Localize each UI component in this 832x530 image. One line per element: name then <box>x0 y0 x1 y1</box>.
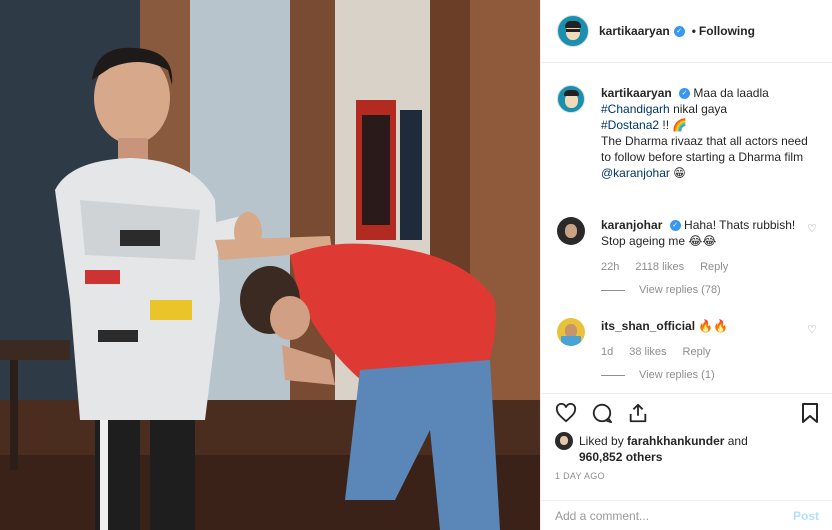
comment-likes-count[interactable]: 2118 likes <box>635 261 684 273</box>
caption-username[interactable]: kartikaaryan <box>601 86 672 100</box>
following-label: Following <box>698 24 755 38</box>
replies-divider <box>601 374 625 376</box>
comment-bubble-icon[interactable] <box>591 402 613 424</box>
comment-item: its_shan_official 🔥🔥 ♡ 1d 38 likes Reply… <box>557 318 821 381</box>
post-photo-illustration <box>0 0 540 530</box>
caption-verified-badge-icon: ✓ <box>679 88 691 100</box>
post-side-panel: kartikaaryan ✓ • Following kartikaaryan ✓… <box>540 0 832 530</box>
post-header: kartikaaryan ✓ • Following <box>541 0 832 63</box>
view-replies-label[interactable]: View replies (78) <box>639 284 721 296</box>
mention-karanjohar[interactable]: @karanjohar <box>601 166 670 180</box>
likes-others-count[interactable]: 960,852 others <box>579 450 662 464</box>
comment-like-heart-icon[interactable]: ♡ <box>807 222 817 235</box>
comment-likes-count[interactable]: 38 likes <box>629 346 666 358</box>
hashtag-chandigarh[interactable]: #Chandigarh <box>601 102 670 116</box>
add-comment-bar: Post <box>541 500 832 530</box>
post-timestamp[interactable]: 1 DAY AGO <box>555 471 819 481</box>
post-comment-button[interactable]: Post <box>793 509 819 523</box>
liked-by-prefix: Liked by <box>579 434 624 448</box>
caption-text-part-2: nikal gaya <box>673 102 728 116</box>
post-actions: Liked by farahkhankunder and 960,852 oth… <box>541 393 832 481</box>
comment-username[interactable]: its_shan_official <box>601 319 695 333</box>
liked-by-and: and <box>727 434 748 448</box>
commenter-avatar[interactable] <box>557 217 585 245</box>
author-avatar[interactable] <box>557 15 589 47</box>
liked-by: Liked by farahkhankunder and 960,852 oth… <box>555 432 819 465</box>
view-replies[interactable]: View replies (78) <box>601 284 821 296</box>
bookmark-icon[interactable] <box>801 402 819 424</box>
post-photo[interactable] <box>0 0 540 530</box>
comment-reply-button[interactable]: Reply <box>700 261 728 273</box>
instagram-post: kartikaaryan ✓ • Following kartikaaryan ✓… <box>0 0 832 530</box>
comment-verified-badge-icon: ✓ <box>669 220 681 232</box>
like-heart-icon[interactable] <box>555 403 577 423</box>
replies-divider <box>601 289 625 291</box>
comment-reply-button[interactable]: Reply <box>683 346 711 358</box>
comment-text: 🔥🔥 <box>698 319 729 333</box>
comment-time[interactable]: 1d <box>601 346 613 358</box>
liked-by-username[interactable]: farahkhankunder <box>627 434 724 448</box>
following-status[interactable]: • Following <box>689 24 755 38</box>
header-separator: • <box>691 24 696 38</box>
view-replies[interactable]: View replies (1) <box>601 369 821 381</box>
caption-emoji: 😁 <box>673 166 686 180</box>
caption-author-avatar[interactable] <box>557 85 585 113</box>
comment-meta: 22h 2118 likes Reply <box>601 261 821 273</box>
comments-list[interactable]: kartikaaryan ✓ Maa da laadla #Chandigarh… <box>541 63 832 393</box>
commenter-avatar[interactable] <box>557 318 585 346</box>
share-icon[interactable] <box>627 402 649 424</box>
action-icons-row <box>555 402 819 424</box>
author-username[interactable]: kartikaaryan <box>599 24 670 38</box>
comment-item: karanjohar ✓ Haha! Thats rubbish! Stop a… <box>557 217 821 296</box>
caption-text-part-4: The Dharma rivaaz that all actors need t… <box>601 134 808 164</box>
liker-avatar[interactable] <box>555 432 573 450</box>
view-replies-label[interactable]: View replies (1) <box>639 369 715 381</box>
caption-text-part-1: Maa da laadla <box>693 86 769 100</box>
comment-time[interactable]: 22h <box>601 261 619 273</box>
comment-like-heart-icon[interactable]: ♡ <box>807 323 817 336</box>
comment-meta: 1d 38 likes Reply <box>601 346 821 358</box>
verified-badge-icon: ✓ <box>673 25 685 37</box>
liked-by-text: Liked by farahkhankunder and 960,852 oth… <box>579 433 748 465</box>
hashtag-dostana2[interactable]: #Dostana2 <box>601 118 659 132</box>
post-caption: kartikaaryan ✓ Maa da laadla #Chandigarh… <box>557 85 821 181</box>
comment-username[interactable]: karanjohar <box>601 218 662 232</box>
add-comment-input[interactable] <box>555 508 793 523</box>
caption-text-part-3: !! 🌈 <box>662 118 688 132</box>
